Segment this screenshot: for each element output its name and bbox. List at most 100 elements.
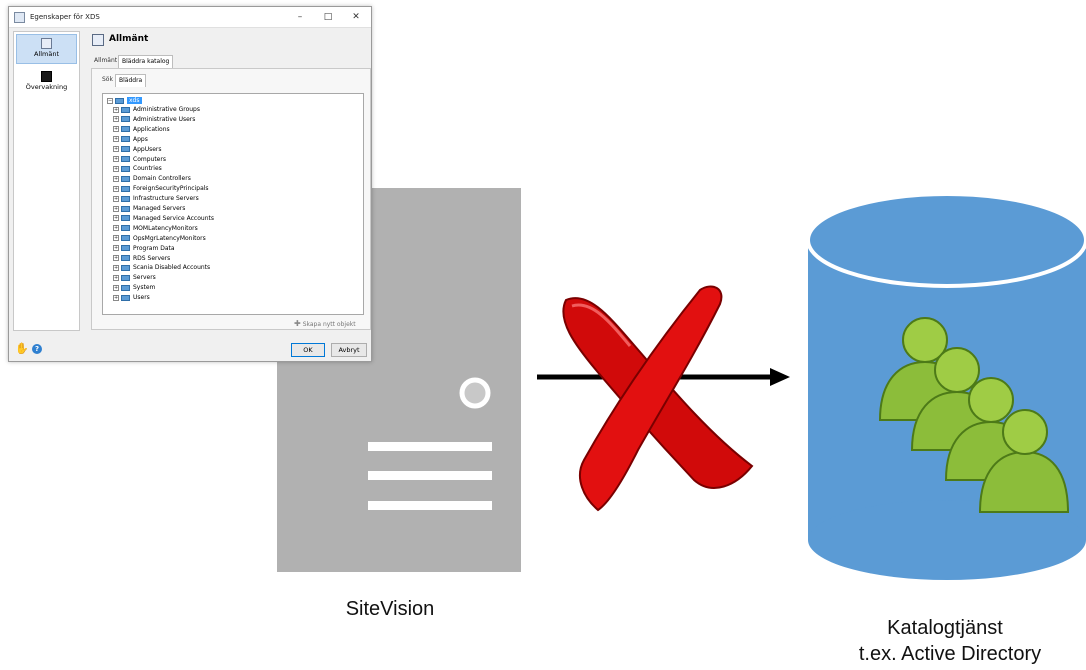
tree-item-label: Infrastructure Servers: [133, 195, 199, 203]
tree-item[interactable]: + Managed Servers: [113, 204, 185, 213]
dialog-title: Egenskaper för XDS: [30, 13, 100, 21]
tree-item-label: RDS Servers: [133, 254, 171, 262]
tree-item[interactable]: + Administrative Users: [113, 115, 195, 124]
folder-icon: [121, 225, 130, 232]
tree-item-label: ForeignSecurityPrincipals: [133, 185, 209, 193]
tree-item[interactable]: + Computers: [113, 155, 166, 164]
sidebar-item-label: Övervakning: [25, 83, 68, 91]
expand-icon[interactable]: +: [113, 255, 119, 261]
monitor-icon: [41, 71, 52, 82]
folder-icon: [121, 274, 130, 281]
minimize-button[interactable]: –: [289, 10, 311, 25]
ok-button[interactable]: OK: [291, 343, 325, 357]
tree-item-label: AppUsers: [133, 145, 162, 153]
tree-item-label: Servers: [133, 274, 156, 282]
section-header: Allmänt: [89, 31, 369, 51]
tree-item-label: OpsMgrLatencyMonitors: [133, 234, 206, 242]
expand-icon[interactable]: +: [113, 205, 119, 212]
tree-item[interactable]: + System: [113, 283, 155, 292]
expand-icon[interactable]: +: [113, 156, 119, 162]
expand-icon[interactable]: +: [113, 264, 119, 271]
expand-icon[interactable]: +: [113, 274, 119, 281]
directory-label-line2: t.ex. Active Directory: [858, 643, 1042, 665]
tree-root-node[interactable]: − xds: [107, 96, 142, 105]
expand-icon[interactable]: +: [113, 215, 119, 222]
create-object-label: Skapa nytt objekt: [302, 321, 356, 328]
folder-icon: [121, 116, 130, 123]
folder-icon: [121, 284, 130, 291]
folder-icon: [121, 255, 130, 261]
hand-icon[interactable]: ✋: [15, 343, 29, 355]
server-slot-1: [368, 442, 492, 451]
tree-item-label: Countries: [133, 165, 162, 173]
folder-icon: [121, 175, 130, 182]
tree-item[interactable]: + Servers: [113, 273, 156, 282]
properties-icon: [41, 38, 52, 49]
tree-item[interactable]: + Administrative Groups: [113, 105, 200, 114]
tree-item[interactable]: + Scania Disabled Accounts: [113, 263, 210, 272]
tree-item[interactable]: + Program Data: [113, 244, 175, 253]
tree-item-label: Administrative Users: [133, 115, 196, 123]
expand-icon[interactable]: +: [113, 136, 119, 143]
tab-search[interactable]: Sök: [99, 74, 116, 87]
app-icon: [14, 12, 25, 23]
expand-icon[interactable]: +: [113, 294, 119, 301]
folder-icon: [121, 165, 130, 172]
tab-browse-directory[interactable]: Bläddra katalog: [118, 55, 174, 68]
folder-icon: [121, 235, 130, 242]
expand-icon[interactable]: +: [113, 235, 119, 242]
database-top: [806, 192, 1086, 288]
folder-icon: [121, 245, 130, 252]
cancel-button[interactable]: Avbryt: [331, 343, 367, 357]
maximize-button[interactable]: □: [317, 10, 339, 25]
help-icon[interactable]: ?: [32, 344, 42, 354]
folder-icon: [121, 264, 130, 271]
tree-item[interactable]: + Applications: [113, 125, 170, 134]
tab-general[interactable]: Allmänt: [91, 55, 120, 68]
tree-root-label: xds: [127, 97, 142, 104]
tree-item[interactable]: + MOMLatencyMonitors: [113, 224, 198, 233]
tree-item[interactable]: + Managed Service Accounts: [113, 214, 214, 223]
server-label: SiteVision: [345, 598, 435, 620]
tree-item-label: Computers: [133, 155, 166, 163]
tree-item[interactable]: + Domain Controllers: [113, 174, 191, 183]
expand-icon[interactable]: +: [113, 146, 119, 153]
expand-icon[interactable]: +: [113, 126, 119, 133]
tree-item[interactable]: + Users: [113, 293, 150, 302]
tree-item[interactable]: + ForeignSecurityPrincipals: [113, 184, 209, 193]
directory-tree: − xds + Administrative Groups + Administrati…: [102, 93, 364, 315]
folder-icon: [121, 195, 130, 202]
tree-item-label: Scania Disabled Accounts: [133, 264, 211, 272]
collapse-icon[interactable]: −: [107, 97, 113, 104]
expand-icon[interactable]: +: [113, 225, 119, 232]
server-power-led: [459, 377, 491, 409]
red-cross-icon: [562, 285, 754, 512]
expand-icon[interactable]: +: [113, 116, 119, 123]
tree-item[interactable]: + RDS Servers: [113, 254, 170, 263]
expand-icon[interactable]: +: [113, 195, 119, 202]
create-object-button[interactable]: ✚ Skapa nytt objekt: [294, 319, 356, 328]
expand-icon[interactable]: +: [113, 165, 119, 172]
tree-item[interactable]: + OpsMgrLatencyMonitors: [113, 234, 206, 243]
sidebar-item-monitoring[interactable]: Övervakning: [16, 68, 77, 98]
tree-item-label: Administrative Groups: [133, 106, 200, 113]
expand-icon[interactable]: +: [113, 185, 119, 192]
expand-icon[interactable]: +: [113, 245, 119, 252]
expand-icon[interactable]: +: [113, 175, 119, 182]
sidebar-item-general[interactable]: Allmänt: [16, 34, 77, 64]
tree-item[interactable]: + Countries: [113, 164, 162, 173]
close-button[interactable]: ✕: [345, 10, 367, 25]
expand-icon[interactable]: +: [113, 106, 119, 113]
tree-item-label: Users: [133, 294, 150, 302]
tree-item[interactable]: + Infrastructure Servers: [113, 194, 199, 203]
tree-item[interactable]: + AppUsers: [113, 145, 162, 154]
tab-browse[interactable]: Bläddra: [115, 74, 147, 87]
tree-item[interactable]: + Apps: [113, 135, 148, 144]
folder-icon: [121, 136, 130, 143]
dialog-sidebar: Allmänt Övervakning: [13, 31, 80, 331]
directory-label-line1: Katalogtjänst: [887, 617, 1003, 639]
folder-icon: [121, 156, 130, 162]
server-slot-3: [368, 501, 492, 510]
expand-icon[interactable]: +: [113, 284, 119, 291]
folder-icon: [115, 97, 124, 104]
